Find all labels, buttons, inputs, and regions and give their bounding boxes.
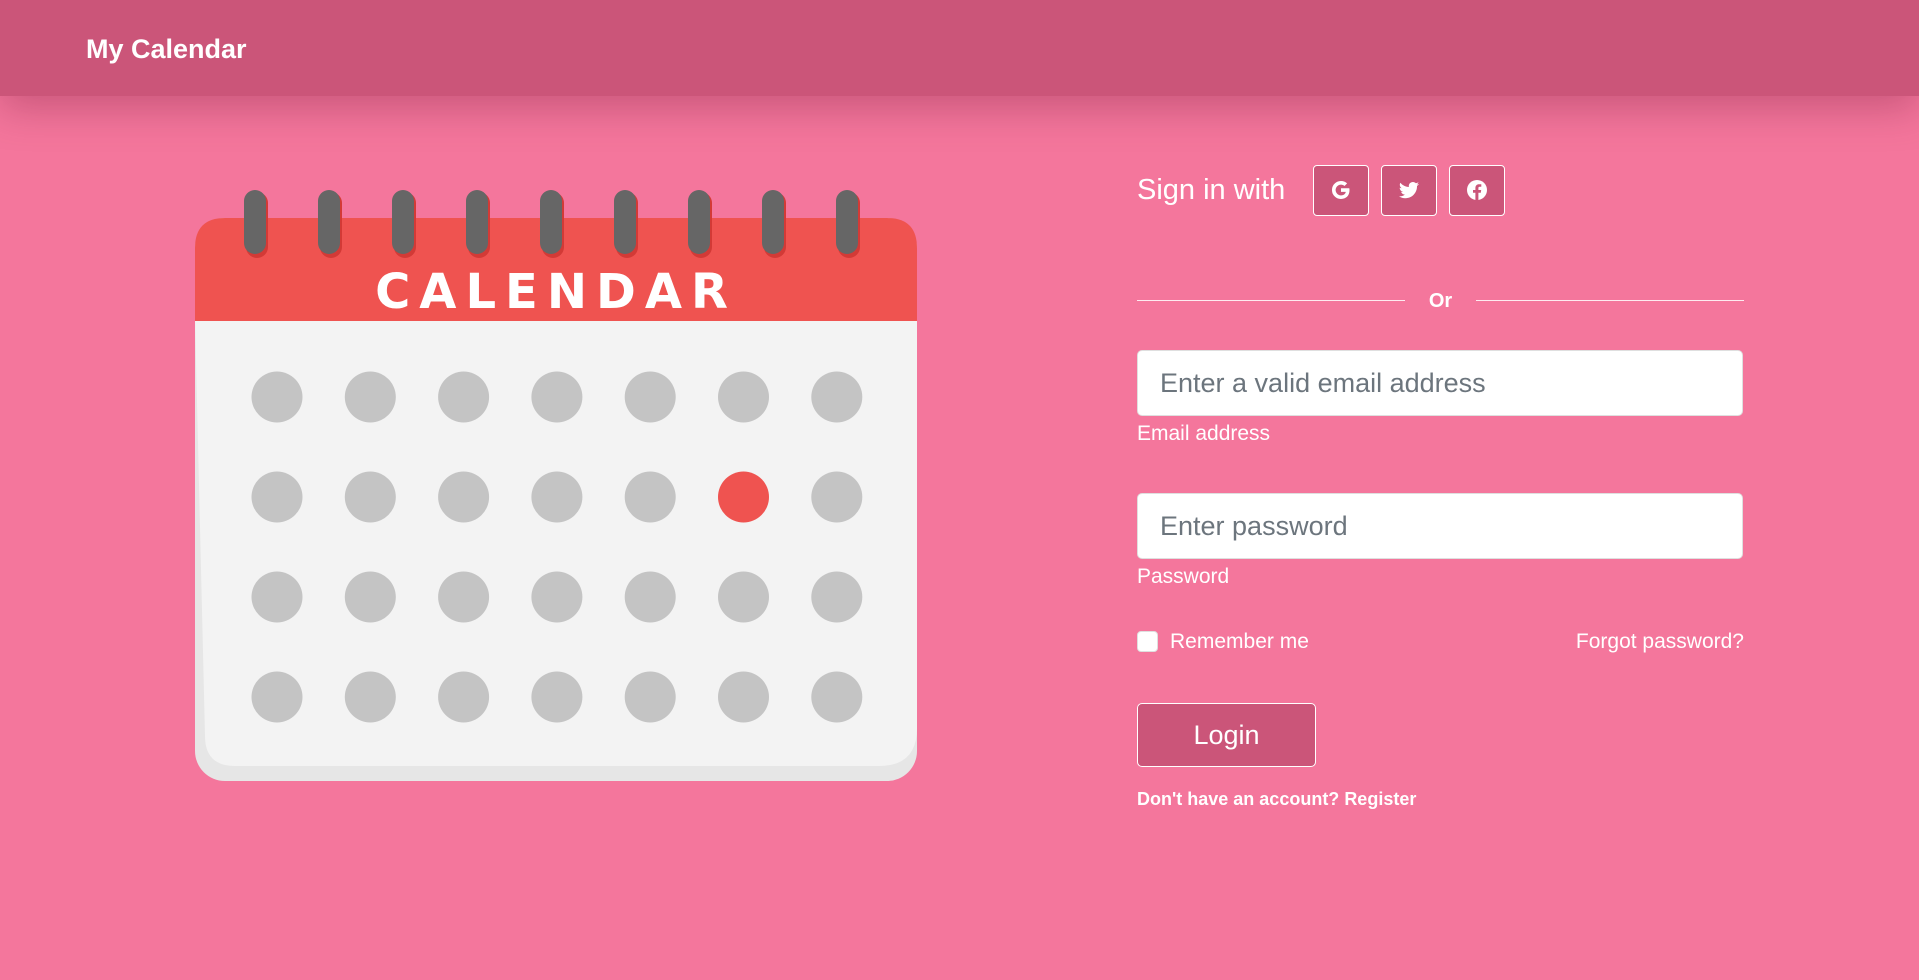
day-dot <box>624 571 676 623</box>
highlighted-day-dot <box>718 471 769 523</box>
remember-me-checkbox[interactable] <box>1137 631 1158 652</box>
brand-link[interactable]: My Calendar <box>86 34 247 65</box>
or-divider: Or <box>1137 286 1744 316</box>
day-dot <box>811 671 863 723</box>
day-dot <box>531 671 583 723</box>
day-dot <box>438 571 490 623</box>
calendar-header-text: CALENDAR <box>375 264 737 320</box>
facebook-signin-button[interactable] <box>1449 164 1506 216</box>
day-dot <box>344 371 396 423</box>
login-button[interactable]: Login <box>1137 703 1316 767</box>
binder-ring <box>614 190 636 254</box>
day-dot <box>624 471 676 523</box>
email-input[interactable] <box>1137 350 1743 416</box>
binder-ring <box>540 190 562 254</box>
forgot-password-link[interactable]: Forgot password? <box>1576 630 1744 654</box>
binder-ring <box>392 190 414 254</box>
calendar-illustration: CALENDAR <box>195 190 917 781</box>
day-dot <box>251 471 303 523</box>
day-dot <box>344 471 396 523</box>
binder-ring <box>762 190 784 254</box>
register-prompt: Don't have an account? Register <box>1137 789 1416 810</box>
day-dot <box>624 671 676 723</box>
day-dot <box>344 671 396 723</box>
binder-ring <box>688 190 710 254</box>
register-prompt-text: Don't have an account? <box>1137 789 1345 809</box>
day-dot <box>438 471 490 523</box>
binder-ring <box>836 190 858 254</box>
register-link[interactable]: Register <box>1344 789 1416 809</box>
day-dot <box>344 571 396 623</box>
email-label: Email address <box>1137 422 1271 445</box>
binder-ring <box>244 190 266 254</box>
twitter-icon <box>1399 182 1420 199</box>
day-dot <box>438 371 490 423</box>
remember-me-label[interactable]: Remember me <box>1170 630 1309 654</box>
day-dot <box>811 371 863 423</box>
divider-text: Or <box>1428 290 1453 312</box>
google-signin-button[interactable] <box>1313 164 1370 216</box>
day-dot <box>438 671 490 723</box>
day-dot <box>718 371 769 423</box>
day-dot <box>811 471 863 523</box>
password-input[interactable] <box>1137 493 1743 559</box>
password-label: Password <box>1137 565 1230 588</box>
day-dot <box>531 571 583 623</box>
day-dot <box>531 471 583 523</box>
day-dot <box>251 571 303 623</box>
binder-rings <box>244 190 860 258</box>
day-dot <box>624 371 676 423</box>
social-signin-row: Sign in with <box>1137 164 1517 216</box>
twitter-signin-button[interactable] <box>1381 164 1438 216</box>
remember-row: Remember me Forgot password? <box>1137 626 1744 658</box>
day-dot <box>718 571 769 623</box>
signin-with-label: Sign in with <box>1137 173 1286 206</box>
binder-ring <box>318 190 340 254</box>
google-icon <box>1332 181 1350 199</box>
day-dot <box>811 571 863 623</box>
day-dot <box>718 671 769 723</box>
day-dot <box>251 371 303 423</box>
day-dot <box>531 371 583 423</box>
day-dot <box>251 671 303 723</box>
navbar: My Calendar <box>0 0 1919 96</box>
divider-line-right <box>1476 300 1744 301</box>
facebook-icon <box>1467 180 1488 200</box>
binder-ring <box>466 190 488 254</box>
